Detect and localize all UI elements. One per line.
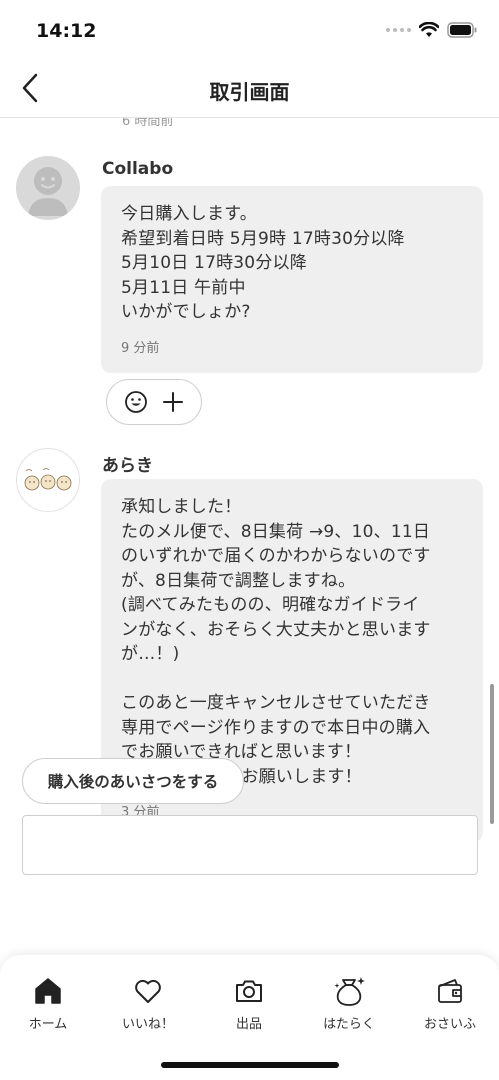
page-title: 取引画面 [209,80,290,104]
message-time: 9 分前 [121,340,160,356]
message-input[interactable] [22,815,478,875]
home-indicator [161,1062,339,1068]
scrollbar[interactable] [490,684,494,824]
signal-icon [386,28,411,32]
battery-icon [447,22,477,38]
tab-home[interactable]: ホーム [3,975,93,1032]
tab-sell[interactable]: 出品 [204,975,294,1032]
tab-label: はたらく [323,1017,375,1032]
tab-label: ホーム [28,1017,68,1032]
tab-label: おさいふ [423,1017,476,1032]
message-text: 承知しました！ たのメル便で、8日集荷 →9、10、11日 のいずれかで届くのか… [121,497,431,787]
greeting-button[interactable]: 購入後のあいさつをする [22,758,244,804]
tab-likes[interactable]: いいね！ [103,975,193,1032]
tab-label: 出品 [235,1017,262,1032]
sender-name: あらき [102,456,153,476]
camera-icon [236,980,262,1002]
money-bag-icon [334,977,365,1006]
status-time: 14:12 [36,20,97,42]
default-user-icon [28,167,68,216]
message-text: 今日購入します。 希望到着日時 5月9時 17時30分以降 5月10日 17時3… [121,204,405,322]
wifi-icon [419,22,439,37]
plus-icon[interactable] [162,391,184,413]
heart-icon [135,979,161,1003]
smiley-icon[interactable] [124,390,148,414]
home-icon [35,978,61,1004]
tab-bar: ホーム いいね！ 出品 はたらく おさいふ [0,955,499,1080]
status-icons [386,22,477,38]
status-bar: 14:12 [0,0,499,60]
wallet-icon [438,979,462,1003]
nav-bar: 取引画面 [0,60,499,118]
avatar-collabo[interactable] [16,156,80,220]
sender-name: Collabo [102,159,174,179]
sheep-avatar-icon [24,468,72,491]
previous-message-time: 6 時間前 [122,118,174,129]
tab-label: いいね！ [121,1017,174,1032]
message-bubble: 今日購入します。 希望到着日時 5月9時 17時30分以降 5月10日 17時3… [101,186,483,373]
tab-work[interactable]: はたらく [304,975,394,1032]
reaction-bar [106,379,202,425]
avatar-araki[interactable] [16,448,80,512]
tab-wallet[interactable]: おさいふ [405,975,495,1032]
